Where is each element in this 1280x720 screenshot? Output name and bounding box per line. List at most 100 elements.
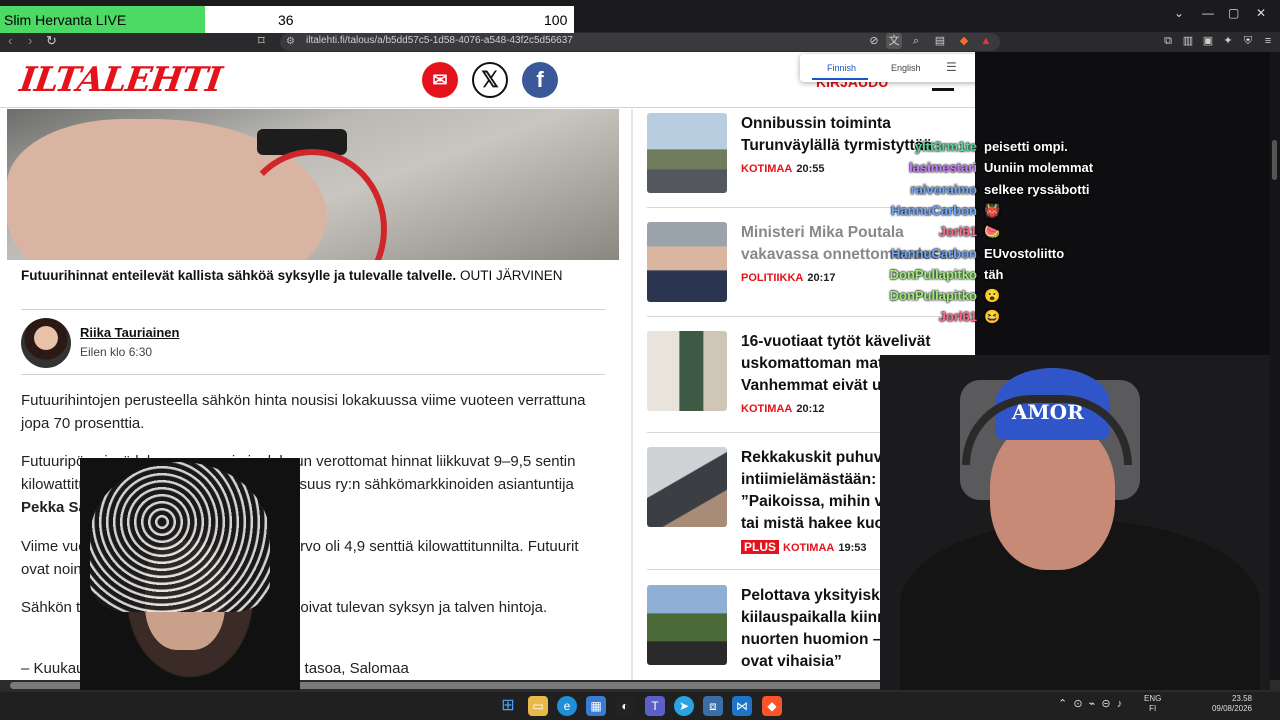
news-meta: KOTIMAA 20:55	[741, 163, 824, 175]
author-avatar[interactable]	[21, 318, 71, 368]
start-icon[interactable]: ⊞	[498, 696, 518, 716]
article-hero-image	[7, 109, 619, 260]
divider	[21, 309, 605, 310]
progress-bar: Slim Hervanta LIVE 36 100	[0, 6, 574, 33]
news-thumbnail	[647, 222, 727, 302]
chat-message: Uuniin molemmat	[984, 160, 1094, 176]
progress-current: 36	[278, 12, 294, 28]
edge-icon[interactable]: e	[557, 696, 577, 716]
rewards-icon[interactable]: ▲	[978, 33, 994, 49]
news-category[interactable]: KOTIMAA	[783, 542, 834, 554]
store-icon[interactable]: ▦	[586, 696, 606, 716]
translate-popup: Finnish English ☰ ✕	[800, 54, 997, 82]
url-text[interactable]: iltalehti.fi/talous/a/b5dd57c5-1d58-4076…	[306, 35, 573, 46]
minimize-icon[interactable]: —	[1202, 6, 1214, 20]
news-category[interactable]: POLITIIKKA	[741, 272, 803, 284]
news-meta: PLUS KOTIMAA 19:53	[741, 540, 866, 554]
chat-username[interactable]: DonPullapitko	[857, 267, 977, 282]
clock[interactable]: 23.58 09/08/2026	[1206, 694, 1252, 714]
news-time: 20:17	[807, 272, 836, 284]
translate-source-tab[interactable]: Finnish	[827, 63, 856, 73]
back-icon[interactable]: ‹	[8, 33, 12, 49]
progress-title: Slim Hervanta LIVE	[4, 12, 127, 28]
chat-message: 👹	[984, 202, 1001, 218]
progress-max: 100	[544, 12, 568, 28]
site-logo[interactable]: ILTALEHTI	[17, 60, 224, 100]
chat-message: 😆	[984, 309, 1001, 325]
zoom-icon[interactable]: ⌕	[908, 33, 924, 49]
maximize-icon[interactable]: ▢	[1228, 6, 1239, 20]
lang-code: ENG	[1144, 694, 1162, 703]
news-thumbnail	[647, 585, 727, 665]
bandana	[90, 462, 270, 612]
article-paragraph: Futuurihintojen perusteella sähkön hinta…	[21, 392, 586, 432]
chat-message: peisetti ompi.	[984, 139, 1068, 154]
chat-message: selkee ryssäbotti	[984, 181, 1090, 197]
close-window-icon[interactable]: ✕	[1256, 6, 1266, 20]
divider	[21, 374, 605, 375]
system-tray-icons[interactable]: ⌃ ⊙ ⌁ ⊝ ♪	[1058, 697, 1122, 710]
column-divider	[631, 109, 633, 694]
app-icon[interactable]: ⧈	[703, 696, 723, 716]
chat-username[interactable]: HannuCarbon	[857, 246, 977, 261]
chat-username[interactable]: yltt3rm1te	[857, 139, 977, 154]
region-code: FI	[1149, 704, 1157, 713]
chat-message: 🍉	[984, 224, 1001, 240]
teams-icon[interactable]: T	[645, 696, 665, 716]
caption-text: Futuurihinnat enteilevät kallista sähköä…	[21, 268, 457, 283]
language-indicator[interactable]: ENG FI	[1144, 694, 1161, 714]
brave-icon[interactable]: ◆	[762, 696, 782, 716]
news-category[interactable]: KOTIMAA	[741, 403, 792, 415]
no-track-icon[interactable]: ⊘	[866, 33, 882, 49]
news-meta: KOTIMAA 20:12	[741, 403, 824, 415]
caption-credit: OUTI JÄRVINEN	[459, 268, 563, 283]
sidebar-icon[interactable]: ▥	[1180, 33, 1196, 49]
translate-menu-icon[interactable]: ☰	[946, 60, 957, 74]
wallet-icon[interactable]: ▣	[1200, 33, 1216, 49]
author-name[interactable]: Riika Tauriainen	[80, 325, 179, 340]
news-category[interactable]: KOTIMAA	[741, 163, 792, 175]
plus-badge: PLUS	[741, 540, 780, 554]
brave-shield-icon[interactable]: ◆	[956, 33, 972, 49]
extensions-icon[interactable]: ⧉	[1160, 33, 1176, 49]
chat-username[interactable]: lasimestari	[857, 160, 977, 175]
menu-icon[interactable]: ≡	[1260, 33, 1276, 49]
chat-message: täh	[984, 266, 1004, 282]
vertical-scroll-thumb[interactable]	[1272, 140, 1277, 180]
telegram-icon[interactable]: ➤	[674, 696, 694, 716]
chat-username[interactable]: DonPullapitko	[857, 288, 977, 303]
email-icon[interactable]: ✉	[422, 62, 458, 98]
news-time: 20:12	[796, 403, 825, 415]
bookmark-icon[interactable]: ⌑	[258, 33, 265, 49]
clock-time: 23.58	[1231, 694, 1252, 703]
chat-username[interactable]: raivoraimo	[857, 182, 977, 197]
news-meta: POLITIIKKA 20:17	[741, 272, 835, 284]
translate-target-tab[interactable]: English	[891, 63, 921, 73]
hamburger-icon[interactable]	[932, 88, 954, 91]
active-tab-underline	[812, 78, 868, 80]
translate-icon[interactable]: 文	[886, 33, 902, 49]
reload-icon[interactable]: ↻	[46, 33, 57, 49]
chat-username[interactable]: HannuCarbon	[857, 203, 977, 218]
chat-message: 😮	[984, 288, 1001, 304]
file-explorer-icon[interactable]: ▭	[528, 696, 548, 716]
vpn-icon[interactable]: ⛨	[1240, 33, 1256, 49]
news-thumbnail	[647, 447, 727, 527]
chat-username[interactable]: Jori61	[857, 224, 977, 239]
leo-icon[interactable]: ✦	[1220, 33, 1236, 49]
x-icon[interactable]: 𝕏	[472, 62, 508, 98]
site-info-icon[interactable]: ⚙	[286, 34, 295, 50]
facebook-icon[interactable]: f	[522, 62, 558, 98]
chat-message: EUvostoliitto	[984, 245, 1065, 261]
reader-icon[interactable]: ▤	[932, 33, 948, 49]
news-time: 20:55	[796, 163, 825, 175]
vscode-icon[interactable]: ⋈	[732, 696, 752, 716]
news-time: 19:53	[838, 542, 867, 554]
app-icon[interactable]: ◐	[615, 696, 635, 716]
news-thumbnail	[647, 331, 727, 411]
chevron-down-icon[interactable]: ⌄	[1174, 6, 1184, 20]
news-thumbnail	[647, 113, 727, 193]
chat-username[interactable]: Jori61	[857, 309, 977, 324]
clock-date: 09/08/2026	[1211, 704, 1252, 713]
forward-icon[interactable]: ›	[28, 33, 32, 49]
